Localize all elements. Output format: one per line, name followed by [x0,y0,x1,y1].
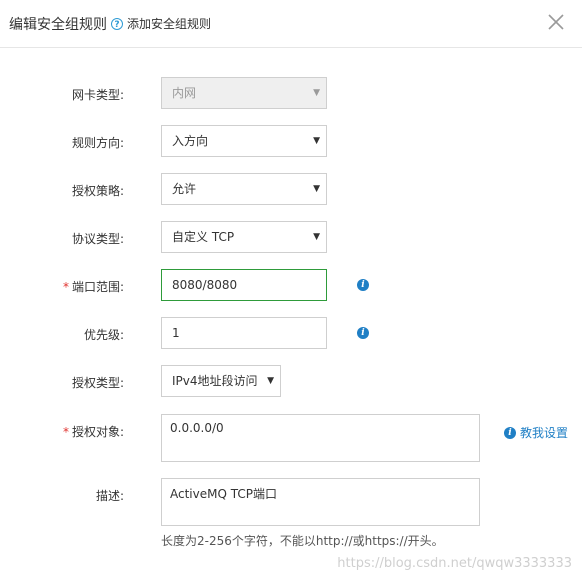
watermark: https://blog.csdn.net/qwqw3333333 [337,556,572,571]
port-range-label-text: 端口范围: [71,280,124,294]
protocol-value: 自定义 TCP [172,230,235,244]
help-link-label: 添加安全组规则 [127,17,212,31]
policy-select[interactable]: 允许 ▼ [161,173,327,205]
close-button[interactable] [546,12,566,32]
dropdown-arrow-icon: ▼ [313,136,320,146]
auth-type-select[interactable]: IPv4地址段访问 ▼ [161,365,281,397]
required-marker: * [62,280,69,294]
nic-type-label: 网卡类型: [71,88,124,102]
description-hint: 长度为2-256个字符，不能以http://或https://开头。 [161,534,444,548]
policy-label: 授权策略: [71,184,124,198]
port-range-label: * 端口范围: [63,278,124,295]
close-icon [548,14,564,30]
port-range-input[interactable]: 8080/8080 [161,269,327,301]
direction-select[interactable]: 入方向 ▼ [161,125,327,157]
nic-type-select[interactable]: 内网 ▼ [161,77,327,109]
description-textarea[interactable]: ActiveMQ TCP端口 [161,478,480,526]
dialog-title: 编辑安全组规则 [9,17,107,33]
question-icon: ? [111,17,123,30]
dropdown-arrow-icon: ▼ [313,184,320,194]
priority-label: 优先级: [83,328,124,342]
direction-label: 规则方向: [71,136,124,150]
teach-me-label: 教我设置 [520,426,569,440]
info-icon[interactable]: i [357,279,369,291]
auth-object-label: * 授权对象: [63,423,124,440]
auth-type-value: IPv4地址段访问 [172,374,258,388]
dropdown-arrow-icon: ▼ [313,232,320,242]
info-icon: i [504,426,516,439]
description-label: 描述: [95,489,124,503]
dialog-header: 编辑安全组规则 ? 添加安全组规则 [0,0,582,48]
auth-object-textarea[interactable]: 0.0.0.0/0 [161,414,480,462]
protocol-select[interactable]: 自定义 TCP ▼ [161,221,327,253]
protocol-label: 协议类型: [71,232,124,246]
policy-value: 允许 [172,182,197,196]
teach-me-link[interactable]: i 教我设置 [504,424,568,441]
dropdown-arrow-icon: ▼ [267,376,274,386]
nic-type-value: 内网 [172,86,197,100]
auth-type-label: 授权类型: [71,376,124,390]
priority-input[interactable]: 1 [161,317,327,349]
auth-object-label-text: 授权对象: [71,425,124,439]
required-marker: * [62,425,69,439]
add-rule-help-link[interactable]: ? 添加安全组规则 [111,15,211,32]
info-icon[interactable]: i [357,327,369,339]
dropdown-arrow-icon: ▼ [313,88,320,98]
direction-value: 入方向 [172,134,209,148]
